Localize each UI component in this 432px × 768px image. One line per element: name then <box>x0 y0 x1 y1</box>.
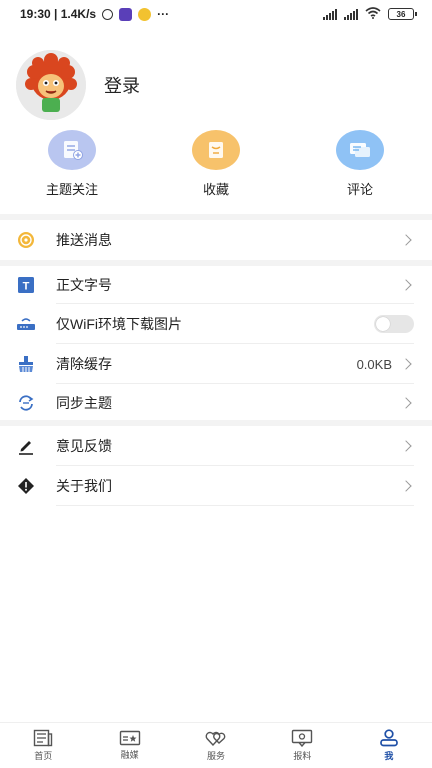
status-right: 36 <box>323 6 417 22</box>
topic-follow-label: 主题关注 <box>45 182 98 197</box>
comment-icon <box>350 143 370 157</box>
bottom-nav: 首页 融媒 服务 报料 我 <box>0 722 432 768</box>
nav-media-label: 融媒 <box>120 750 139 760</box>
battery-icon: 36 <box>388 8 417 20</box>
toggle-knob <box>376 317 390 331</box>
row-sync-topics[interactable]: 同步主题 <box>0 383 432 423</box>
row-push-messages[interactable]: 推送消息 <box>0 220 432 260</box>
row-font-size[interactable]: T 正文字号 <box>0 265 432 305</box>
avatar[interactable] <box>16 50 86 120</box>
nav-me-label: 我 <box>384 751 394 761</box>
report-message-icon <box>292 729 313 747</box>
row-clear-cache[interactable]: 清除缓存 0.0KB <box>0 344 432 384</box>
cache-size-value: 0.0KB <box>356 356 392 372</box>
clear-cache-label: 清除缓存 <box>56 356 112 372</box>
push-messages-label: 推送消息 <box>56 232 112 248</box>
sync-icon <box>16 393 36 413</box>
wifi-icon <box>365 6 381 22</box>
quick-actions: 主题关注 收藏 评论 <box>0 130 432 200</box>
status-bar: 19:30 | 1.4K/s ··· 36 <box>0 0 432 28</box>
nav-report-label: 报料 <box>293 751 312 761</box>
info-diamond-icon <box>16 476 36 496</box>
nav-report[interactable]: 报料 <box>259 723 345 768</box>
chevron-right-icon <box>400 440 412 452</box>
nav-me[interactable]: 我 <box>346 723 432 768</box>
quick-topic-follow[interactable]: 主题关注 <box>0 130 144 200</box>
svg-text:T: T <box>23 281 30 293</box>
quick-comments[interactable]: 评论 <box>288 130 432 200</box>
broom-icon <box>16 354 36 374</box>
chevron-right-icon <box>400 279 412 291</box>
comments-label: 评论 <box>346 182 373 197</box>
row-divider <box>56 505 414 506</box>
quick-favorites[interactable]: 收藏 <box>144 130 288 200</box>
push-message-icon <box>16 230 36 250</box>
nav-home-label: 首页 <box>34 751 53 761</box>
status-time: 19:30 | 1.4K/s <box>20 7 97 21</box>
wifi-images-toggle[interactable] <box>374 315 414 333</box>
favorites-label: 收藏 <box>202 182 229 197</box>
user-icon <box>379 729 398 747</box>
signal-icon-2 <box>344 8 358 20</box>
profile-header[interactable]: 登录 <box>0 50 432 120</box>
nav-media[interactable]: 融媒 <box>86 723 172 768</box>
nav-services[interactable]: 服务 <box>173 723 259 768</box>
row-wifi-images: 仅WiFi环境下载图片 <box>0 304 432 344</box>
signal-icon <box>323 8 337 20</box>
feedback-label: 意见反馈 <box>56 438 112 454</box>
nav-services-label: 服务 <box>207 751 226 761</box>
row-feedback[interactable]: 意见反馈 <box>0 426 432 466</box>
chevron-right-icon <box>400 358 412 370</box>
media-card-icon <box>119 730 140 746</box>
hearts-icon <box>205 731 226 747</box>
chevron-right-icon <box>400 234 412 246</box>
about-us-label: 关于我们 <box>56 478 112 494</box>
font-size-label: 正文字号 <box>56 277 112 293</box>
sync-topics-label: 同步主题 <box>56 395 112 411</box>
chevron-right-icon <box>400 397 412 409</box>
alarm-icon <box>102 8 114 20</box>
newspaper-icon <box>34 729 53 747</box>
pencil-icon <box>16 436 36 456</box>
topic-follow-circle <box>48 130 96 170</box>
nav-home[interactable]: 首页 <box>0 723 86 768</box>
favorites-circle <box>192 130 240 170</box>
more-notifications: ··· <box>157 7 170 21</box>
document-add-icon <box>64 141 83 160</box>
mascot-avatar-icon <box>16 50 86 120</box>
chevron-right-icon <box>400 480 412 492</box>
router-icon <box>16 314 36 334</box>
app-notification-icon-2 <box>138 7 152 21</box>
font-size-icon: T <box>16 275 36 295</box>
status-left: 19:30 | 1.4K/s ··· <box>20 7 169 21</box>
bookmark-icon <box>209 142 223 158</box>
row-about-us[interactable]: 关于我们 <box>0 466 432 506</box>
app-notification-icon <box>119 7 133 21</box>
wifi-images-label: 仅WiFi环境下载图片 <box>56 316 182 332</box>
login-link[interactable]: 登录 <box>104 72 140 98</box>
comments-circle <box>336 130 384 170</box>
